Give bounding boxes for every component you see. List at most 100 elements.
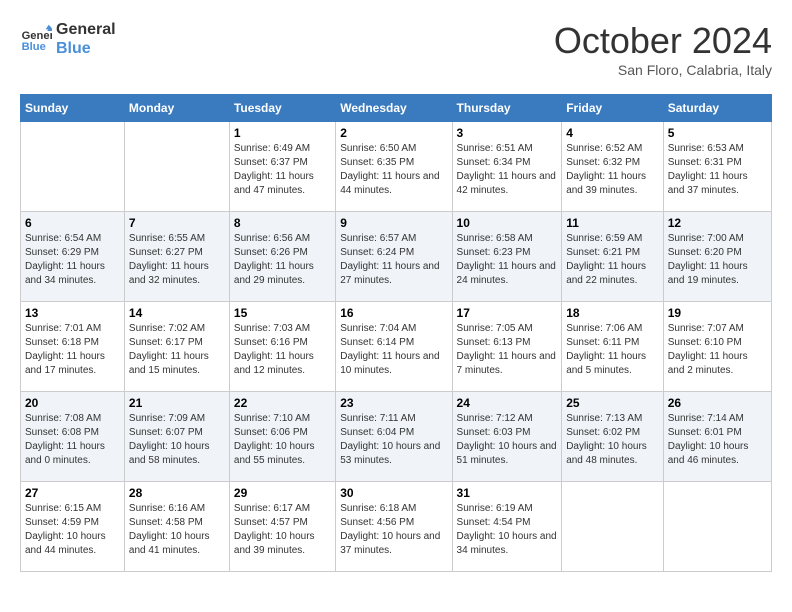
calendar-table: SundayMondayTuesdayWednesdayThursdayFrid…	[20, 94, 772, 572]
page-header: General Blue General Blue October 2024 S…	[20, 20, 772, 78]
logo-line1: General	[56, 20, 116, 39]
header-day-monday: Monday	[124, 95, 229, 122]
day-content: Sunrise: 6:55 AMSunset: 6:27 PMDaylight:…	[129, 232, 225, 288]
calendar-cell: 20Sunrise: 7:08 AMSunset: 6:08 PMDayligh…	[21, 392, 125, 482]
title-block: October 2024 San Floro, Calabria, Italy	[554, 20, 772, 78]
day-content: Sunrise: 6:59 AMSunset: 6:21 PMDaylight:…	[566, 232, 659, 288]
day-number: 11	[566, 216, 659, 230]
logo-line2: Blue	[56, 39, 116, 58]
calendar-cell: 5 Sunrise: 6:53 AMSunset: 6:31 PMDaylight…	[663, 122, 771, 212]
day-content: Sunrise: 7:10 AMSunset: 6:06 PMDaylight:…	[234, 412, 331, 468]
day-content: Sunrise: 7:12 AMSunset: 6:03 PMDaylight:…	[457, 412, 558, 468]
calendar-cell: 4Sunrise: 6:52 AMSunset: 6:32 PMDaylight…	[562, 122, 664, 212]
day-number: 3	[457, 126, 558, 140]
day-content: Sunrise: 6:56 AMSunset: 6:26 PMDaylight:…	[234, 232, 331, 288]
calendar-cell: 15Sunrise: 7:03 AMSunset: 6:16 PMDayligh…	[229, 302, 335, 392]
header-day-sunday: Sunday	[21, 95, 125, 122]
day-content: Sunrise: 7:09 AMSunset: 6:07 PMDaylight:…	[129, 412, 225, 468]
day-content: Sunrise: 7:07 AMSunset: 6:10 PMDaylight:…	[668, 322, 767, 378]
calendar-cell: 27Sunrise: 6:15 AMSunset: 4:59 PMDayligh…	[21, 482, 125, 572]
day-number: 30	[340, 486, 447, 500]
location: San Floro, Calabria, Italy	[554, 62, 772, 78]
calendar-cell: 2 Sunrise: 6:50 AMSunset: 6:35 PMDaylight…	[336, 122, 452, 212]
day-number: 28	[129, 486, 225, 500]
day-content: Sunrise: 6:16 AMSunset: 4:58 PMDaylight:…	[129, 502, 225, 558]
day-number: 6	[25, 216, 120, 230]
day-content: Sunrise: 7:14 AMSunset: 6:01 PMDaylight:…	[668, 412, 767, 468]
week-row-3: 13 Sunrise: 7:01 AMSunset: 6:18 PMDayligh…	[21, 302, 772, 392]
day-number: 13	[25, 306, 120, 320]
calendar-cell: 12 Sunrise: 7:00 AMSunset: 6:20 PMDayligh…	[663, 212, 771, 302]
day-content: Sunrise: 6:54 AMSunset: 6:29 PMDaylight:…	[25, 232, 120, 288]
calendar-cell: 11 Sunrise: 6:59 AMSunset: 6:21 PMDayligh…	[562, 212, 664, 302]
calendar-cell: 23 Sunrise: 7:11 AMSunset: 6:04 PMDayligh…	[336, 392, 452, 482]
day-number: 1	[234, 126, 331, 140]
calendar-cell: 14 Sunrise: 7:02 AMSunset: 6:17 PMDayligh…	[124, 302, 229, 392]
day-number: 8	[234, 216, 331, 230]
calendar-cell: 3 Sunrise: 6:51 AMSunset: 6:34 PMDaylight…	[452, 122, 562, 212]
day-content: Sunrise: 7:13 AMSunset: 6:02 PMDaylight:…	[566, 412, 659, 468]
day-number: 7	[129, 216, 225, 230]
day-number: 23	[340, 396, 447, 410]
calendar-body: 1 Sunrise: 6:49 AMSunset: 6:37 PMDaylight…	[21, 122, 772, 572]
calendar-cell: 13 Sunrise: 7:01 AMSunset: 6:18 PMDayligh…	[21, 302, 125, 392]
logo-icon: General Blue	[20, 23, 52, 55]
calendar-cell: 25 Sunrise: 7:13 AMSunset: 6:02 PMDayligh…	[562, 392, 664, 482]
day-number: 9	[340, 216, 447, 230]
week-row-4: 20Sunrise: 7:08 AMSunset: 6:08 PMDayligh…	[21, 392, 772, 482]
day-number: 14	[129, 306, 225, 320]
calendar-cell	[124, 122, 229, 212]
day-number: 12	[668, 216, 767, 230]
week-row-2: 6 Sunrise: 6:54 AMSunset: 6:29 PMDaylight…	[21, 212, 772, 302]
day-content: Sunrise: 6:19 AMSunset: 4:54 PMDaylight:…	[457, 502, 558, 558]
header-row: SundayMondayTuesdayWednesdayThursdayFrid…	[21, 95, 772, 122]
calendar-cell: 18Sunrise: 7:06 AMSunset: 6:11 PMDayligh…	[562, 302, 664, 392]
calendar-cell: 26 Sunrise: 7:14 AMSunset: 6:01 PMDayligh…	[663, 392, 771, 482]
day-content: Sunrise: 6:18 AMSunset: 4:56 PMDaylight:…	[340, 502, 447, 558]
week-row-5: 27Sunrise: 6:15 AMSunset: 4:59 PMDayligh…	[21, 482, 772, 572]
day-number: 16	[340, 306, 447, 320]
day-content: Sunrise: 7:11 AMSunset: 6:04 PMDaylight:…	[340, 412, 447, 468]
day-content: Sunrise: 6:17 AMSunset: 4:57 PMDaylight:…	[234, 502, 331, 558]
day-content: Sunrise: 7:02 AMSunset: 6:17 PMDaylight:…	[129, 322, 225, 378]
day-number: 15	[234, 306, 331, 320]
day-content: Sunrise: 7:00 AMSunset: 6:20 PMDaylight:…	[668, 232, 767, 288]
day-number: 25	[566, 396, 659, 410]
calendar-cell: 21 Sunrise: 7:09 AMSunset: 6:07 PMDayligh…	[124, 392, 229, 482]
day-number: 4	[566, 126, 659, 140]
calendar-cell: 10 Sunrise: 6:58 AMSunset: 6:23 PMDayligh…	[452, 212, 562, 302]
day-number: 26	[668, 396, 767, 410]
header-day-saturday: Saturday	[663, 95, 771, 122]
month-title: October 2024	[554, 20, 772, 62]
day-content: Sunrise: 6:49 AMSunset: 6:37 PMDaylight:…	[234, 142, 331, 198]
day-number: 20	[25, 396, 120, 410]
day-content: Sunrise: 7:01 AMSunset: 6:18 PMDaylight:…	[25, 322, 120, 378]
calendar-cell: 6 Sunrise: 6:54 AMSunset: 6:29 PMDaylight…	[21, 212, 125, 302]
day-number: 29	[234, 486, 331, 500]
calendar-cell: 29 Sunrise: 6:17 AMSunset: 4:57 PMDayligh…	[229, 482, 335, 572]
calendar-cell: 28 Sunrise: 6:16 AMSunset: 4:58 PMDayligh…	[124, 482, 229, 572]
day-number: 2	[340, 126, 447, 140]
day-content: Sunrise: 6:53 AMSunset: 6:31 PMDaylight:…	[668, 142, 767, 198]
day-content: Sunrise: 6:57 AMSunset: 6:24 PMDaylight:…	[340, 232, 447, 288]
day-content: Sunrise: 6:50 AMSunset: 6:35 PMDaylight:…	[340, 142, 447, 198]
day-number: 18	[566, 306, 659, 320]
day-number: 5	[668, 126, 767, 140]
day-content: Sunrise: 7:05 AMSunset: 6:13 PMDaylight:…	[457, 322, 558, 378]
day-content: Sunrise: 6:58 AMSunset: 6:23 PMDaylight:…	[457, 232, 558, 288]
calendar-cell: 30 Sunrise: 6:18 AMSunset: 4:56 PMDayligh…	[336, 482, 452, 572]
day-content: Sunrise: 6:51 AMSunset: 6:34 PMDaylight:…	[457, 142, 558, 198]
day-number: 10	[457, 216, 558, 230]
calendar-cell: 9 Sunrise: 6:57 AMSunset: 6:24 PMDaylight…	[336, 212, 452, 302]
day-number: 21	[129, 396, 225, 410]
header-day-friday: Friday	[562, 95, 664, 122]
calendar-cell: 7 Sunrise: 6:55 AMSunset: 6:27 PMDaylight…	[124, 212, 229, 302]
calendar-cell: 19Sunrise: 7:07 AMSunset: 6:10 PMDayligh…	[663, 302, 771, 392]
calendar-cell: 8 Sunrise: 6:56 AMSunset: 6:26 PMDaylight…	[229, 212, 335, 302]
calendar-cell: 16Sunrise: 7:04 AMSunset: 6:14 PMDayligh…	[336, 302, 452, 392]
calendar-cell	[663, 482, 771, 572]
calendar-header: SundayMondayTuesdayWednesdayThursdayFrid…	[21, 95, 772, 122]
day-number: 22	[234, 396, 331, 410]
day-number: 31	[457, 486, 558, 500]
day-content: Sunrise: 6:15 AMSunset: 4:59 PMDaylight:…	[25, 502, 120, 558]
